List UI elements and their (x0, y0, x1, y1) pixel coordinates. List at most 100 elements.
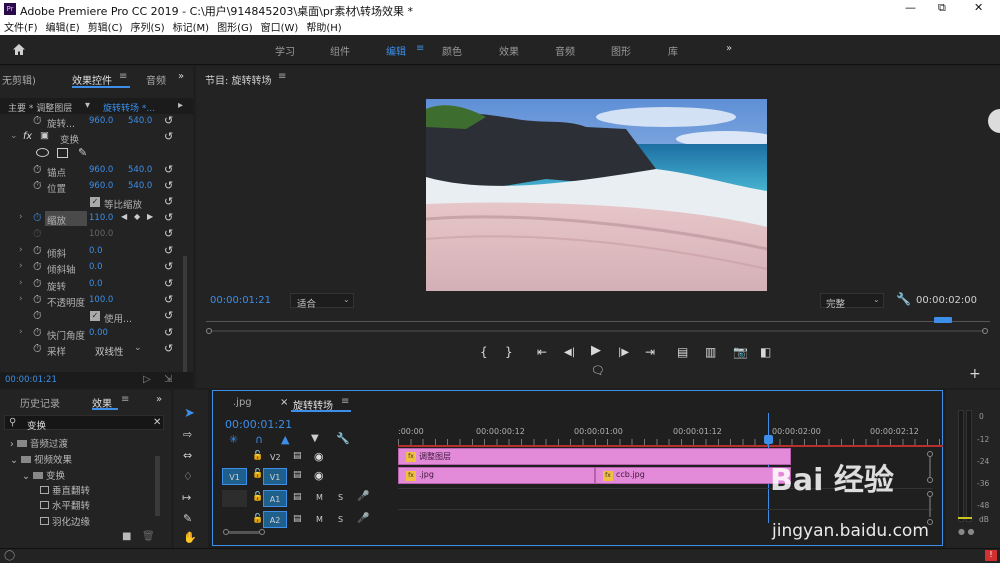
stopwatch-icon[interactable]: ⏱ (33, 309, 42, 323)
pen-tool-icon[interactable]: ✎ (183, 512, 192, 525)
workspace-menu-icon[interactable]: ≡ (416, 43, 424, 54)
reset-icon[interactable]: ↺ (164, 179, 173, 192)
mark-in-icon[interactable]: { (480, 345, 488, 359)
reset-icon[interactable]: ↺ (164, 227, 173, 240)
property-value[interactable]: 0.0 (89, 246, 103, 256)
close-icon[interactable]: ✕ (974, 1, 983, 14)
zoom-scrollbar[interactable] (212, 330, 984, 332)
minimize-icon[interactable]: — (905, 1, 916, 14)
menu-graphics[interactable]: 图形(G) (217, 19, 253, 34)
twirl-right-icon[interactable]: › (19, 294, 23, 304)
linked-selection-icon[interactable]: ▲ (281, 433, 289, 446)
track-target-a1[interactable]: A1 (263, 490, 287, 507)
twirl-right-icon[interactable]: › (19, 278, 23, 288)
fit-select[interactable]: 适合 ⌄ (290, 293, 354, 310)
close-tab-icon[interactable]: × (280, 397, 288, 408)
filter-icon[interactable]: ▷ (143, 374, 151, 385)
selection-tool-icon[interactable]: ➤ (184, 406, 195, 421)
workspace-more[interactable]: » (726, 43, 732, 54)
playhead-handle[interactable] (764, 435, 773, 444)
property-value-y[interactable]: 540.0 (128, 181, 152, 191)
stopwatch-active-icon[interactable]: ⏱ (33, 211, 42, 225)
new-folder-icon[interactable]: ■ (122, 531, 131, 542)
source-patch-empty[interactable] (222, 490, 247, 507)
ripple-edit-tool-icon[interactable]: ⇔ (183, 449, 192, 462)
reset-icon[interactable]: ↺ (164, 211, 173, 224)
workspace-libraries[interactable]: 库 (668, 43, 678, 58)
mute-button[interactable]: M (316, 493, 323, 502)
property-value-y[interactable]: 540.0 (128, 165, 152, 175)
workspace-color[interactable]: 颜色 (442, 43, 462, 58)
property-value-y[interactable]: 540.0 (128, 116, 152, 126)
tree-item-audio-transitions[interactable]: › 音频过渡 (10, 436, 68, 450)
twirl-down-icon[interactable]: ⌄ (10, 131, 18, 141)
effects-search-field[interactable]: ⚲ 变换 ✕ (4, 415, 164, 432)
twirl-right-icon[interactable]: › (19, 261, 23, 271)
export-frame-icon[interactable]: 📷 (733, 345, 748, 359)
go-to-out-icon[interactable]: ⇥ (645, 345, 655, 359)
quality-select[interactable]: 完整 ⌄ (820, 293, 884, 310)
tree-item-horizontal-flip[interactable]: 水平翻转 (40, 498, 90, 512)
chevron-down-icon[interactable]: ⌄ (134, 343, 142, 353)
checkbox-checked-icon[interactable]: ✓ (90, 311, 100, 321)
stopwatch-icon[interactable]: ⏱ (33, 179, 42, 193)
reset-icon[interactable]: ↺ (164, 195, 173, 208)
h-scrollbar[interactable] (229, 531, 259, 534)
lock-icon[interactable]: 🔓 (252, 492, 263, 502)
workspace-editing[interactable]: 编辑 (386, 43, 406, 58)
timeline-settings-icon[interactable]: 🔧 (336, 432, 350, 445)
wrench-icon[interactable]: 🔧 (896, 292, 911, 306)
checkbox-checked-icon[interactable]: ✓ (90, 197, 100, 207)
property-value[interactable]: 100.0 (89, 295, 113, 305)
stopwatch-icon[interactable]: ⏱ (33, 114, 42, 128)
twirl-right-icon[interactable]: › (19, 327, 23, 337)
panel-menu-icon[interactable]: ≡ (341, 396, 349, 407)
reset-icon[interactable]: ↺ (164, 326, 173, 339)
reset-icon[interactable]: ↺ (164, 293, 173, 306)
hand-tool-icon[interactable]: ✋ (183, 531, 197, 544)
tab-no-clip[interactable]: 无剪辑) (2, 72, 36, 87)
menu-help[interactable]: 帮助(H) (306, 19, 341, 34)
eye-icon[interactable]: ◉ (314, 469, 324, 482)
lift-icon[interactable]: ▤ (677, 345, 688, 359)
track-target-a2[interactable]: A2 (263, 511, 287, 528)
home-icon[interactable] (12, 43, 26, 56)
menu-window[interactable]: 窗口(W) (261, 19, 299, 34)
timeline-timecode[interactable]: 00:00:01:21 (225, 418, 292, 431)
snap-icon[interactable]: ∩ (255, 433, 263, 446)
property-value-x[interactable]: 960.0 (89, 165, 113, 175)
panel-overflow-icon[interactable]: » (156, 394, 162, 405)
tree-item-video-effects[interactable]: ⌄ 视频效果 (10, 452, 72, 466)
sync-lock-icon[interactable]: ▤ (293, 492, 302, 502)
reset-icon[interactable]: ↺ (164, 260, 173, 273)
tab-audio[interactable]: 音频 (146, 72, 166, 87)
reset-icon[interactable]: ↺ (164, 342, 173, 355)
effect-controls-timecode[interactable]: 00:00:01:21 (5, 375, 57, 385)
nest-icon[interactable]: ✳ (229, 433, 238, 446)
scrollbar[interactable] (155, 456, 160, 516)
tab-sequence-jpg[interactable]: .jpg (233, 397, 252, 408)
panel-menu-icon[interactable]: ≡ (278, 71, 286, 82)
tab-effect-controls[interactable]: 效果控件 (72, 72, 112, 87)
work-area-bar[interactable] (398, 445, 943, 447)
tree-item-feather-edges[interactable]: 羽化边缘 (40, 514, 90, 528)
comparison-view-icon[interactable]: ◧ (760, 345, 771, 359)
playhead-marker[interactable] (934, 317, 952, 323)
tree-item-vertical-flip[interactable]: 垂直翻转 (40, 483, 90, 497)
reset-icon[interactable]: ↺ (164, 114, 173, 127)
maximize-icon[interactable]: ⧉ (938, 1, 946, 15)
stopwatch-icon[interactable]: ⏱ (33, 293, 42, 307)
lock-icon[interactable]: 🔓 (252, 451, 263, 461)
stopwatch-icon[interactable]: ⏱ (33, 163, 42, 177)
tree-item-transform[interactable]: ⌄ 变换 (22, 468, 65, 482)
clip-label[interactable]: 旋转转场 *... (103, 101, 155, 114)
prev-keyframe-icon[interactable]: ◀ (121, 212, 127, 221)
scrollbar[interactable] (183, 256, 187, 376)
property-value[interactable]: 0.0 (89, 262, 103, 272)
property-value[interactable]: 0.00 (89, 328, 108, 338)
export-icon[interactable]: ⇲ (164, 374, 172, 385)
razor-tool-icon[interactable]: ♢ (183, 470, 193, 483)
reset-icon[interactable]: ↺ (164, 244, 173, 257)
add-button-icon[interactable]: + (969, 366, 981, 382)
property-value[interactable]: 0.0 (89, 279, 103, 289)
